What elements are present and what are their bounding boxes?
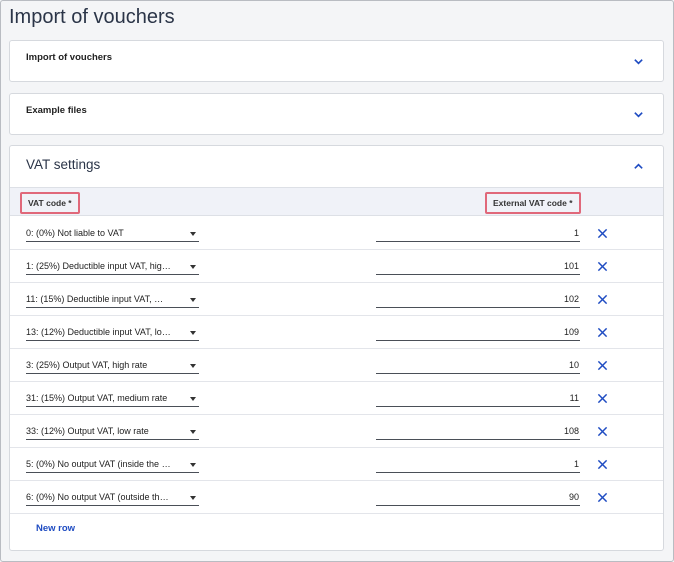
vat-code-select[interactable]: 1: (25%) Deductible input VAT, hig…: [26, 258, 199, 275]
vat-code-value: 11: (15%) Deductible input VAT, …: [26, 294, 164, 304]
close-icon[interactable]: [595, 358, 609, 372]
dropdown-caret-icon: [190, 397, 196, 401]
external-vat-code-input[interactable]: 90: [376, 489, 580, 506]
close-icon[interactable]: [595, 325, 609, 339]
dropdown-caret-icon: [190, 430, 196, 434]
table-row: 13: (12%) Deductible input VAT, lo… 109: [10, 316, 663, 349]
vat-code-select[interactable]: 3: (25%) Output VAT, high rate: [26, 357, 199, 374]
dropdown-caret-icon: [190, 232, 196, 236]
chevron-up-icon[interactable]: [631, 159, 645, 173]
vat-settings-section: VAT settings VAT code * External VAT cod…: [9, 145, 664, 551]
external-vat-code-input[interactable]: 108: [376, 423, 580, 440]
vat-code-select[interactable]: 0: (0%) Not liable to VAT: [26, 225, 199, 242]
vat-code-select[interactable]: 13: (12%) Deductible input VAT, lo…: [26, 324, 199, 341]
vat-code-value: 6: (0%) No output VAT (outside th…: [26, 492, 169, 502]
close-icon[interactable]: [595, 259, 609, 273]
dropdown-caret-icon: [190, 298, 196, 302]
import-section-title: Import of vouchers: [26, 52, 113, 63]
external-vat-code-input[interactable]: 11: [376, 390, 580, 407]
external-vat-code-input[interactable]: 101: [376, 258, 580, 275]
table-row: 33: (12%) Output VAT, low rate 108: [10, 415, 663, 448]
vat-code-select[interactable]: 31: (15%) Output VAT, medium rate: [26, 390, 199, 407]
vat-code-value: 3: (25%) Output VAT, high rate: [26, 360, 148, 370]
external-vat-code-input[interactable]: 109: [376, 324, 580, 341]
vat-code-select[interactable]: 11: (15%) Deductible input VAT, …: [26, 291, 199, 308]
new-row-button[interactable]: New row: [36, 523, 75, 534]
close-icon[interactable]: [595, 391, 609, 405]
vat-code-value: 31: (15%) Output VAT, medium rate: [26, 393, 168, 403]
chevron-down-icon[interactable]: [631, 54, 645, 68]
table-row: 1: (25%) Deductible input VAT, hig… 101: [10, 250, 663, 283]
close-icon[interactable]: [595, 226, 609, 240]
vat-code-value: 5: (0%) No output VAT (inside the …: [26, 459, 171, 469]
external-vat-code-input[interactable]: 1: [376, 225, 580, 242]
vat-code-value: 33: (12%) Output VAT, low rate: [26, 426, 149, 436]
vat-code-value: 13: (12%) Deductible input VAT, lo…: [26, 327, 171, 337]
table-row: 31: (15%) Output VAT, medium rate 11: [10, 382, 663, 415]
dropdown-caret-icon: [190, 463, 196, 467]
import-section[interactable]: Import of vouchers: [9, 40, 664, 82]
dropdown-caret-icon: [190, 496, 196, 500]
chevron-down-icon[interactable]: [631, 107, 645, 121]
external-vat-code-input[interactable]: 10: [376, 357, 580, 374]
vat-code-value: 1: (25%) Deductible input VAT, hig…: [26, 261, 171, 271]
table-row: 3: (25%) Output VAT, high rate 10: [10, 349, 663, 382]
example-files-section[interactable]: Example files: [9, 93, 664, 135]
dropdown-caret-icon: [190, 265, 196, 269]
vat-code-value: 0: (0%) Not liable to VAT: [26, 228, 124, 238]
external-vat-code-header: External VAT code *: [485, 192, 581, 214]
dropdown-caret-icon: [190, 364, 196, 368]
vat-settings-title: VAT settings: [26, 157, 101, 172]
close-icon[interactable]: [595, 292, 609, 306]
example-files-title: Example files: [26, 105, 87, 116]
external-vat-code-input[interactable]: 1: [376, 456, 580, 473]
table-row: 5: (0%) No output VAT (inside the … 1: [10, 448, 663, 481]
page-title: Import of vouchers: [9, 6, 175, 28]
vat-code-select[interactable]: 6: (0%) No output VAT (outside th…: [26, 489, 199, 506]
external-vat-code-input[interactable]: 102: [376, 291, 580, 308]
table-row: 0: (0%) Not liable to VAT 1: [10, 217, 663, 250]
close-icon[interactable]: [595, 457, 609, 471]
vat-code-header: VAT code *: [20, 192, 80, 214]
table-row: 11: (15%) Deductible input VAT, … 102: [10, 283, 663, 316]
dropdown-caret-icon: [190, 331, 196, 335]
vat-code-select[interactable]: 5: (0%) No output VAT (inside the …: [26, 456, 199, 473]
table-header: VAT code * External VAT code *: [10, 187, 663, 216]
close-icon[interactable]: [595, 424, 609, 438]
close-icon[interactable]: [595, 490, 609, 504]
table-row: 6: (0%) No output VAT (outside th… 90: [10, 481, 663, 514]
vat-code-select[interactable]: 33: (12%) Output VAT, low rate: [26, 423, 199, 440]
